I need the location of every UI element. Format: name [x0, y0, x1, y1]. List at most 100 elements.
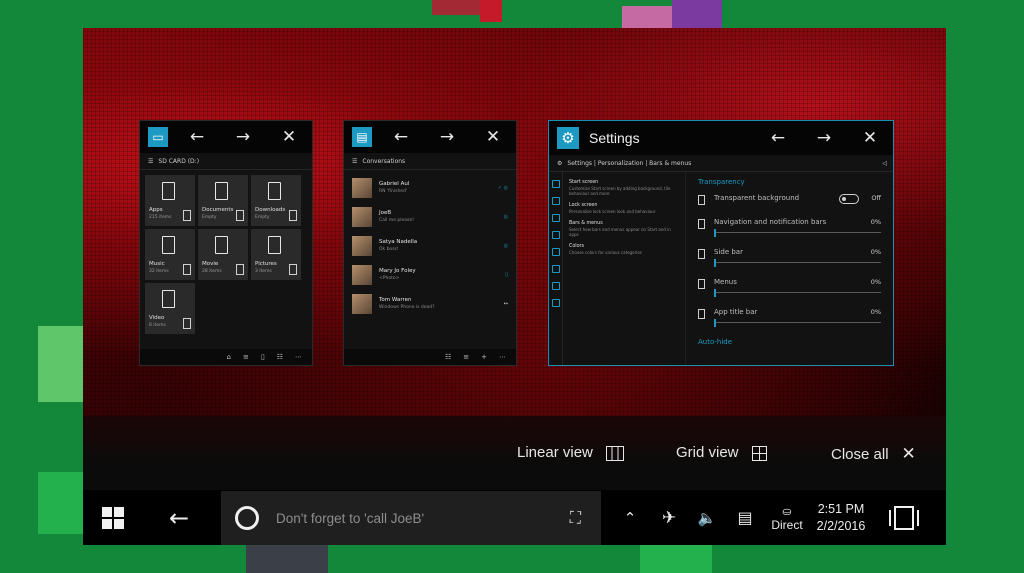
- clock[interactable]: 2:51 PM 2/2/2016: [813, 500, 869, 536]
- back-arrow-icon[interactable]: ←: [755, 122, 801, 154]
- back-arrow-icon[interactable]: ←: [378, 121, 424, 153]
- folder-tile[interactable]: Movie 28 items: [198, 229, 248, 280]
- folder-tile[interactable]: Music 32 items: [145, 229, 195, 280]
- hamburger-icon[interactable]: ☰: [148, 158, 153, 165]
- decor-tiles-top: [622, 6, 672, 28]
- task-view-button[interactable]: [883, 490, 925, 545]
- slider-track[interactable]: [714, 232, 881, 233]
- network-label: Direct: [771, 517, 803, 532]
- add-icon[interactable]: +: [481, 353, 487, 361]
- folder-name: Video: [149, 315, 165, 321]
- folder-name: Pictures: [255, 261, 277, 267]
- close-icon[interactable]: ✕: [847, 122, 893, 154]
- close-icon[interactable]: ✕: [470, 121, 516, 153]
- linear-view-button[interactable]: Linear view: [517, 444, 624, 461]
- category-icon[interactable]: [551, 282, 560, 290]
- settings-title: Settings: [589, 130, 640, 146]
- slider-thumb[interactable]: [714, 259, 716, 267]
- setting-label: Navigation and notification bars: [714, 218, 827, 226]
- select-icon[interactable]: ☷: [445, 353, 451, 361]
- home-icon[interactable]: ⌂: [227, 353, 231, 361]
- folder-tile[interactable]: Pictures 3 items: [251, 229, 301, 280]
- transparent-background-toggle[interactable]: [839, 194, 859, 204]
- volume-button[interactable]: 🔈: [693, 490, 721, 545]
- phone-icon: [698, 279, 705, 289]
- cortana-search-box[interactable]: Don't forget to 'call JoeB' ⛶: [221, 491, 601, 545]
- phone-icon: [289, 264, 297, 275]
- setting-label: App title bar: [714, 308, 758, 316]
- grid-view-button[interactable]: Grid view: [676, 444, 767, 461]
- taskbar: ← Don't forget to 'call JoeB' ⛶ ⌃ ✈ 🔈 ▤ …: [83, 490, 946, 545]
- phone-icon: [698, 219, 705, 229]
- settings-nav-item[interactable]: Bars & menus Select how bars and menus ap…: [569, 221, 679, 237]
- select-icon[interactable]: ☷: [277, 353, 283, 361]
- category-icon[interactable]: [551, 214, 560, 222]
- forward-arrow-icon[interactable]: →: [220, 121, 266, 153]
- back-icon[interactable]: ◁: [882, 160, 887, 167]
- folder-icon: [215, 236, 228, 254]
- slider-track[interactable]: [714, 292, 881, 293]
- forward-arrow-icon[interactable]: →: [801, 122, 847, 154]
- category-icon[interactable]: [551, 265, 560, 273]
- folder-detail: Empty: [202, 215, 217, 220]
- category-icon[interactable]: [551, 180, 560, 188]
- more-icon[interactable]: ⋯: [295, 353, 302, 361]
- folder-tile[interactable]: Downloads Empty: [251, 175, 301, 226]
- phone-icon[interactable]: ▯: [261, 353, 265, 361]
- folder-tile[interactable]: Apps 215 items: [145, 175, 195, 226]
- grid-view-icon: [751, 446, 767, 461]
- folder-name: Movie: [202, 261, 219, 267]
- airplane-mode-button[interactable]: ✈: [655, 490, 683, 545]
- list-icon[interactable]: ≡: [243, 353, 249, 361]
- list-icon[interactable]: ≡: [463, 353, 469, 361]
- folder-tile[interactable]: Video 8 items: [145, 283, 195, 334]
- conversation-item[interactable]: Satya Nadella Ok boss! ◎: [344, 231, 516, 260]
- folder-detail: 8 items: [149, 323, 166, 328]
- decor-tiles-left: [38, 326, 83, 402]
- close-all-button[interactable]: Close all ✕: [831, 444, 916, 464]
- back-button[interactable]: ←: [159, 490, 199, 545]
- show-hidden-icons-button[interactable]: ⌃: [617, 490, 643, 545]
- app-card-settings[interactable]: ⚙ Settings ← → ✕ ⚙ Settings | Personaliz…: [548, 120, 894, 366]
- network-button[interactable]: ⛀ Direct: [767, 500, 807, 536]
- nav-item-desc: Personalize lock screen look and behavio…: [569, 209, 656, 214]
- nav-item-desc: Select how bars and menus appear on Star…: [569, 227, 671, 237]
- folder-tile[interactable]: Documents Empty: [198, 175, 248, 226]
- gear-icon: ⚙: [557, 127, 579, 149]
- slider-thumb[interactable]: [714, 229, 716, 237]
- slider-track[interactable]: [714, 262, 881, 263]
- start-button[interactable]: [93, 490, 133, 545]
- slider-thumb[interactable]: [714, 289, 716, 297]
- category-icon[interactable]: [551, 197, 560, 205]
- conversation-list: Gabriel Aul RN 'finished' ✓ ◎ JoeB Call me …: [344, 170, 516, 318]
- app-card-files[interactable]: ▭ ← → ✕ ☰ SD CARD (D:) Apps 215 items Doc…: [139, 120, 313, 366]
- conversation-item[interactable]: Mary Jo Foley <Photo> ▯: [344, 260, 516, 289]
- conversation-item[interactable]: Gabriel Aul RN 'finished' ✓ ◎: [344, 173, 516, 202]
- more-icon[interactable]: ⋯: [499, 353, 506, 361]
- forward-arrow-icon[interactable]: →: [424, 121, 470, 153]
- slider-thumb[interactable]: [714, 319, 716, 327]
- conversation-item[interactable]: JoeB Call me please! ◎: [344, 202, 516, 231]
- settings-nav-item[interactable]: Lock screen Personalize lock screen look …: [569, 203, 679, 214]
- messaging-app-bar: ☷ ≡ + ⋯: [344, 349, 516, 365]
- category-icon[interactable]: [551, 231, 560, 239]
- close-icon[interactable]: ✕: [266, 121, 312, 153]
- slider-track[interactable]: [714, 322, 881, 323]
- folder-name: Documents: [202, 207, 234, 213]
- category-icon[interactable]: [551, 299, 560, 307]
- settings-nav-item[interactable]: Start screen Customize Start screen by ad…: [569, 180, 679, 196]
- action-center-button[interactable]: ▤: [731, 490, 759, 545]
- avatar: [352, 293, 372, 314]
- phone-icon: [289, 210, 297, 221]
- category-icon[interactable]: [551, 248, 560, 256]
- setting-label: Menus: [714, 278, 737, 286]
- settings-nav-item[interactable]: Colors Choose colors for various categori…: [569, 244, 679, 255]
- expand-icon[interactable]: ⛶: [570, 508, 581, 528]
- contact-name: Mary Jo Foley: [379, 268, 416, 274]
- slider-value: 0%: [870, 308, 881, 316]
- message-preview: Ok boss!: [379, 247, 399, 252]
- back-arrow-icon[interactable]: ←: [174, 121, 220, 153]
- airplane-icon: ✈: [661, 507, 677, 528]
- app-card-messaging[interactable]: ▤ ← → ✕ ☰ Conversations Gabriel Aul RN 'f…: [343, 120, 517, 366]
- conversation-item[interactable]: Tom Warren Windows Phone is dead? ↔: [344, 289, 516, 318]
